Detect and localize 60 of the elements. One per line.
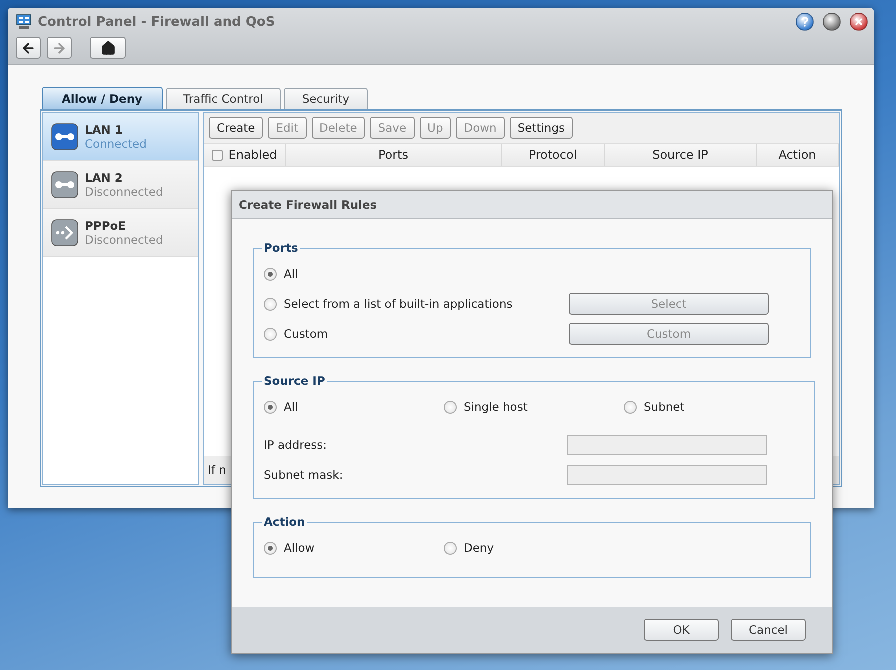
column-header[interactable]: Source IP bbox=[605, 144, 757, 166]
forward-icon bbox=[52, 40, 67, 56]
column-header[interactable]: Protocol bbox=[502, 144, 605, 166]
radio-icon[interactable] bbox=[444, 400, 457, 414]
radio-option[interactable]: All bbox=[264, 400, 444, 414]
checkbox[interactable] bbox=[212, 150, 223, 160]
group-title: Action bbox=[263, 515, 306, 529]
window-title: Control Panel - Firewall and QoS bbox=[38, 14, 276, 30]
radio-option[interactable]: Custom bbox=[264, 327, 444, 341]
interface-item[interactable]: LAN 1 Connected bbox=[43, 113, 198, 161]
help-icon bbox=[801, 17, 809, 27]
interface-name: LAN 2 bbox=[85, 170, 124, 184]
radio-icon[interactable] bbox=[624, 400, 637, 414]
radio-option[interactable]: Allow bbox=[264, 541, 444, 555]
tab[interactable]: Security bbox=[284, 88, 368, 109]
group-title: Ports bbox=[263, 241, 300, 255]
radio-icon[interactable] bbox=[264, 328, 277, 340]
dialog-button[interactable]: OK bbox=[644, 619, 719, 641]
radio-icon[interactable] bbox=[264, 542, 277, 554]
dialog-title: Create Firewall Rules bbox=[232, 191, 832, 219]
radio-icon[interactable] bbox=[444, 542, 457, 554]
interface-item[interactable]: LAN 2 Disconnected bbox=[43, 161, 198, 209]
field-label: Subnet mask: bbox=[264, 468, 344, 482]
close-icon bbox=[855, 18, 863, 26]
interface-item[interactable]: PPPoE Disconnected bbox=[43, 209, 198, 257]
radio-option[interactable]: Single host bbox=[444, 400, 624, 414]
group-title: Source IP bbox=[263, 374, 326, 388]
interface-name: LAN 1 bbox=[85, 122, 124, 136]
radio-option[interactable]: Select from a list of built-in applications bbox=[264, 297, 513, 311]
network-link-icon bbox=[51, 170, 79, 198]
radio-icon[interactable] bbox=[264, 400, 277, 414]
radio-icon[interactable] bbox=[264, 298, 277, 310]
radio-icon[interactable] bbox=[264, 268, 277, 280]
column-header[interactable]: Enabled bbox=[204, 144, 286, 166]
back-icon bbox=[21, 40, 36, 56]
help-button[interactable] bbox=[796, 13, 814, 31]
radio-option[interactable]: All bbox=[264, 267, 444, 281]
minimize-button[interactable] bbox=[823, 13, 841, 31]
tab[interactable]: Traffic Control bbox=[166, 88, 282, 109]
field-label: IP address: bbox=[264, 438, 328, 452]
dialog-button[interactable]: Cancel bbox=[731, 619, 806, 641]
interface-status: Disconnected bbox=[85, 232, 164, 246]
back-button[interactable] bbox=[16, 37, 41, 59]
home-icon bbox=[100, 40, 116, 56]
app-icon bbox=[16, 14, 32, 30]
toolbar-button[interactable]: Settings bbox=[510, 117, 574, 139]
radio-option[interactable]: Deny bbox=[444, 541, 624, 555]
column-header[interactable]: Ports bbox=[286, 144, 502, 166]
interface-name: PPPoE bbox=[85, 218, 128, 232]
toolbar-button[interactable]: Create bbox=[209, 117, 264, 139]
close-button[interactable] bbox=[850, 13, 868, 31]
tab[interactable]: Allow / Deny bbox=[42, 87, 163, 109]
home-button[interactable] bbox=[90, 37, 126, 59]
interface-status: Connected bbox=[85, 136, 147, 150]
network-link-icon bbox=[51, 122, 79, 150]
interface-status: Disconnected bbox=[85, 184, 164, 198]
radio-option[interactable]: Subnet bbox=[624, 400, 804, 414]
status-text: If n bbox=[208, 463, 226, 477]
dial-link-icon bbox=[51, 218, 79, 246]
column-header[interactable]: Action bbox=[757, 144, 839, 166]
